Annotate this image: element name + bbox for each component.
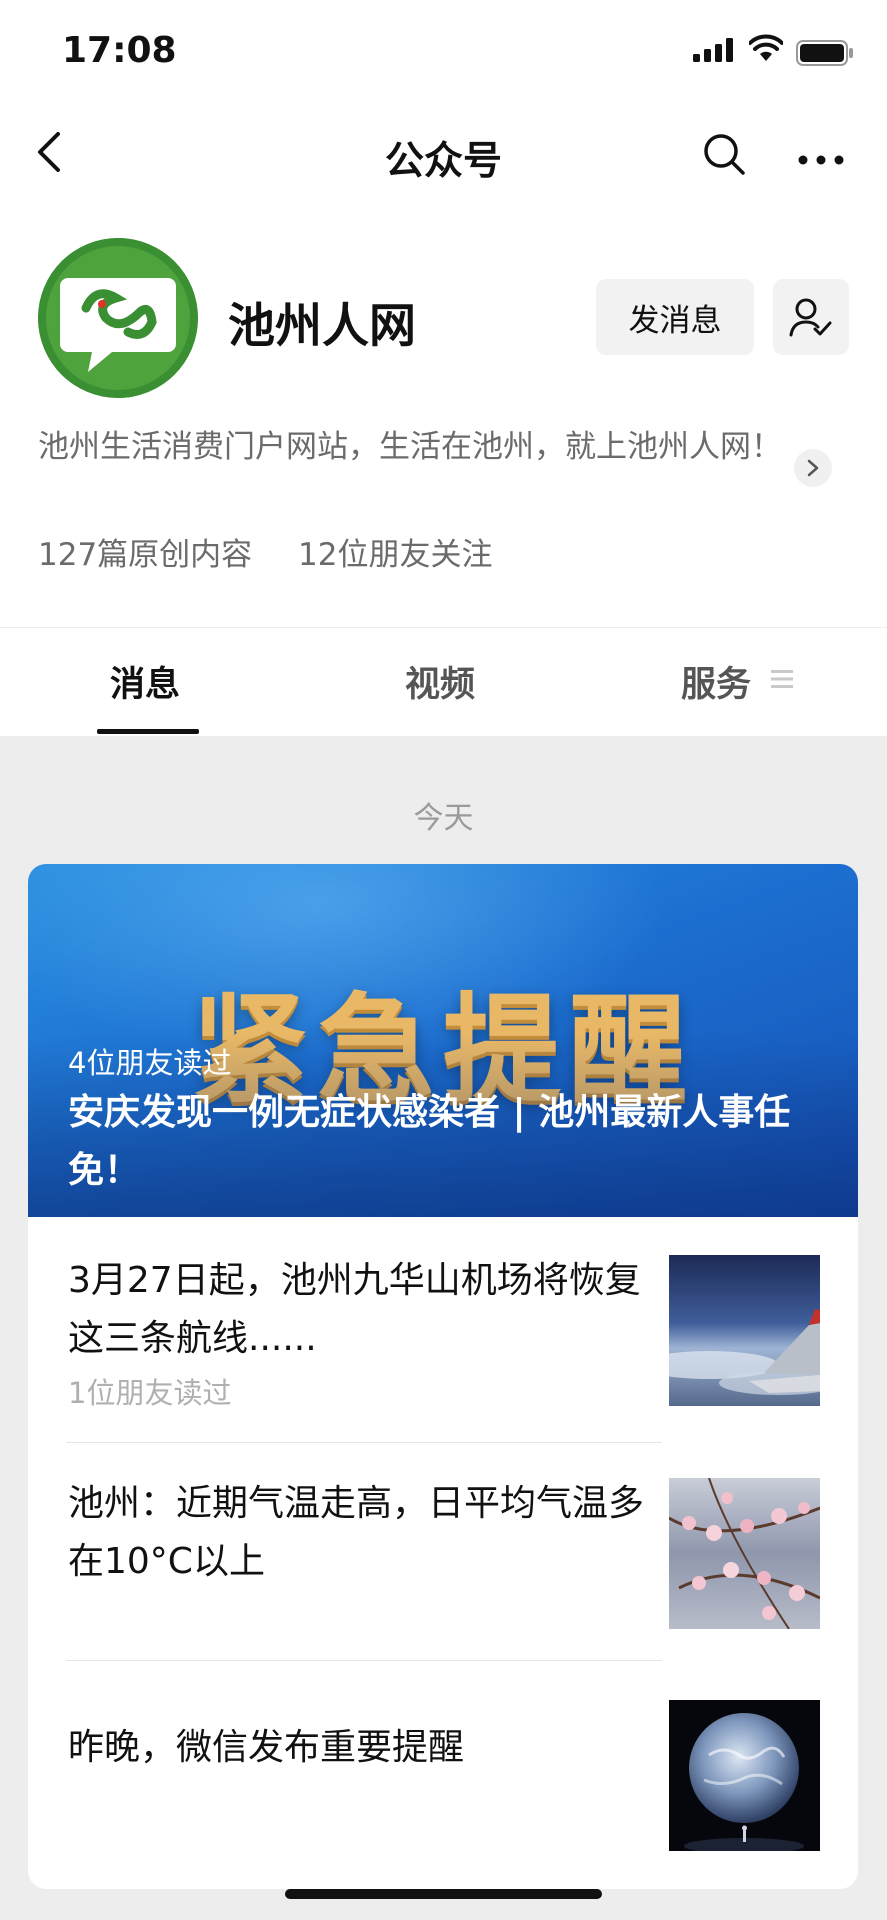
article-thumbnail-3[interactable]	[669, 1700, 820, 1851]
friends-following-count[interactable]: 12位朋友关注	[298, 537, 492, 573]
article-title-2[interactable]: 池州：近期气温走高，日平均气温多在10°C以上	[68, 1475, 668, 1591]
article-divider	[66, 1442, 662, 1443]
plum-blossom-thumbnail	[669, 1478, 820, 1629]
services-menu-icon[interactable]	[771, 669, 793, 693]
date-label: 今天	[413, 801, 474, 836]
account-stats: 127篇原创内容 12位朋友关注	[38, 529, 528, 574]
earth-thumbnail	[669, 1700, 820, 1851]
search-icon	[704, 134, 745, 175]
battery-icon	[796, 40, 854, 70]
more-options-button[interactable]	[798, 150, 844, 169]
home-indicator[interactable]	[285, 1889, 602, 1899]
page-title: 公众号	[384, 139, 502, 184]
airplane-wing-thumbnail	[669, 1255, 820, 1406]
divider	[0, 627, 887, 628]
account-description[interactable]: 池州生活消费门户网站，生活在池州，就上池州人网！	[38, 424, 788, 471]
featured-article[interactable]: 紧急提醒 4位朋友读过 安庆发现一例无症状感染者 | 池州最新人事任免！	[28, 864, 858, 1217]
send-message-button[interactable]: 发消息	[596, 279, 754, 355]
cellular-signal-icon	[693, 38, 737, 66]
article-thumbnail-1[interactable]	[669, 1255, 820, 1406]
tab-services[interactable]: 服务	[681, 656, 751, 707]
featured-article-title: 安庆发现一例无症状感染者 | 池州最新人事任免！	[68, 1092, 791, 1191]
wifi-icon	[748, 34, 784, 66]
more-dots-icon	[798, 155, 844, 165]
search-button[interactable]	[702, 132, 746, 180]
account-avatar[interactable]	[38, 238, 198, 398]
tab-messages[interactable]: 消息	[110, 656, 180, 707]
article-group-card: 紧急提醒 4位朋友读过 安庆发现一例无症状感染者 | 池州最新人事任免！ 3月2…	[28, 864, 858, 1889]
chizhou-logo-icon	[38, 238, 198, 398]
friends-read-label: 4位朋友读过	[68, 1046, 232, 1080]
chevron-right-icon	[807, 459, 819, 477]
article-friends-read-1: 1位朋友读过	[68, 1376, 232, 1410]
user-check-icon	[789, 298, 832, 337]
active-tab-indicator	[97, 729, 199, 734]
description-expand-button[interactable]	[794, 449, 832, 487]
article-thumbnail-2[interactable]	[669, 1478, 820, 1629]
tab-videos[interactable]: 视频	[405, 656, 475, 707]
article-title-3[interactable]: 昨晚，微信发布重要提醒	[68, 1719, 668, 1777]
account-name: 池州人网	[228, 299, 416, 354]
article-title-1[interactable]: 3月27日起，池州九华山机场将恢复这三条航线......	[68, 1252, 668, 1368]
article-divider	[66, 1660, 662, 1661]
status-time: 17:08	[62, 30, 177, 71]
original-articles-count[interactable]: 127篇原创内容	[38, 537, 252, 573]
follow-status-button[interactable]	[773, 279, 849, 355]
